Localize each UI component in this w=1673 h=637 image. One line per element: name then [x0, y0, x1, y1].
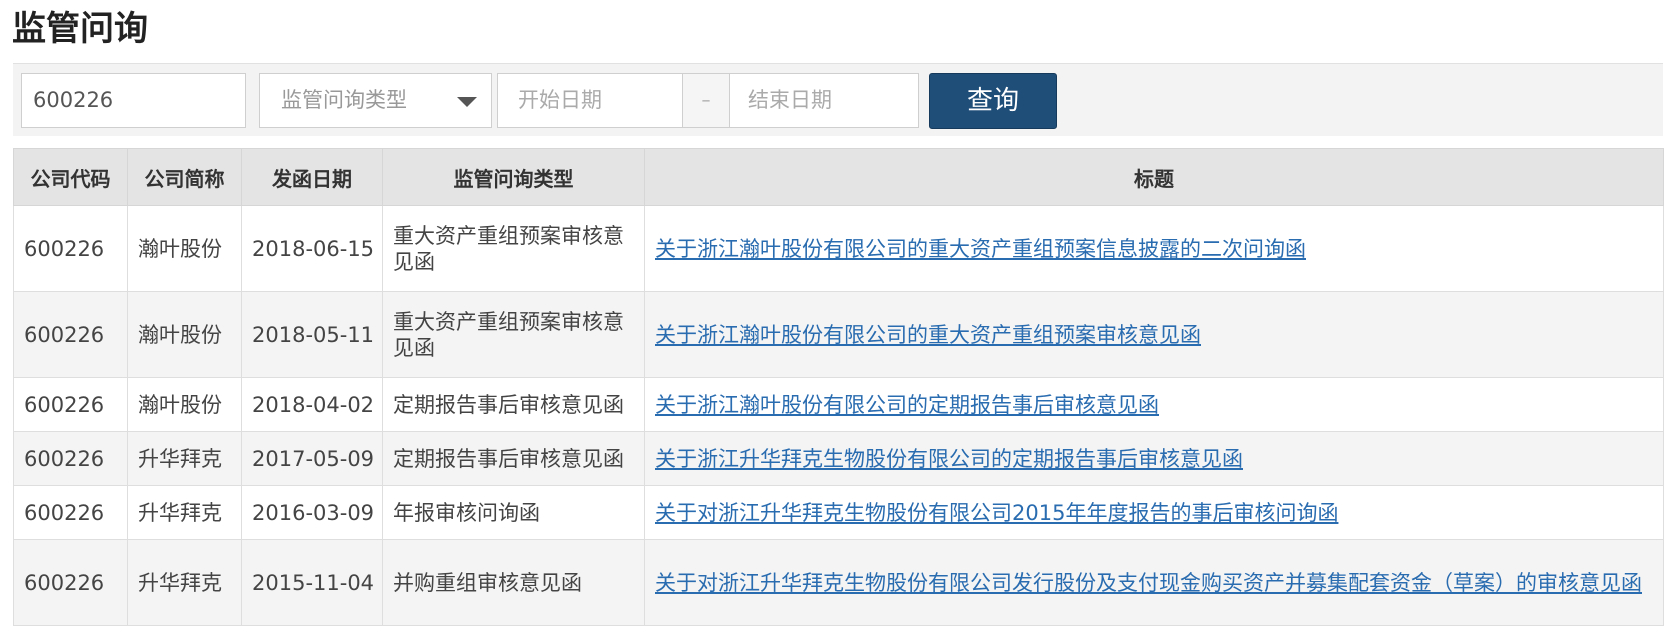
cell-type: 重大资产重组预案审核意见函 [382, 291, 645, 378]
title-link[interactable]: 关于浙江升华拜克生物股份有限公司的定期报告事后审核意见函 [655, 447, 1243, 471]
cell-type: 并购重组审核意见函 [382, 539, 645, 626]
page-title: 监管问询 [12, 9, 148, 49]
title-link[interactable]: 关于浙江瀚叶股份有限公司的重大资产重组预案信息披露的二次问询函 [655, 237, 1306, 261]
cell-name: 瀚叶股份 [127, 377, 242, 432]
inquiry-type-select[interactable]: 监管问询类型 [259, 73, 492, 128]
cell-type: 重大资产重组预案审核意见函 [382, 205, 645, 292]
table-row: 600226 瀚叶股份 2018-06-15 重大资产重组预案审核意见函 关于浙… [13, 205, 1664, 292]
cell-code: 600226 [13, 539, 128, 626]
chevron-down-icon [457, 97, 477, 107]
cell-type: 定期报告事后审核意见函 [382, 377, 645, 432]
title-link[interactable]: 关于对浙江升华拜克生物股份有限公司发行股份及支付现金购买资产并募集配套资金（草案… [655, 571, 1642, 595]
header-title: 标题 [644, 148, 1664, 206]
header-name: 公司简称 [127, 148, 242, 206]
table-row: 600226 升华拜克 2015-11-04 并购重组审核意见函 关于对浙江升华… [13, 539, 1664, 626]
header-code: 公司代码 [13, 148, 128, 206]
cell-code: 600226 [13, 485, 128, 540]
cell-code: 600226 [13, 431, 128, 486]
cell-name: 升华拜克 [127, 539, 242, 626]
results-table: 公司代码 公司简称 发函日期 监管问询类型 标题 600226 瀚叶股份 201… [13, 148, 1664, 626]
date-separator: – [682, 74, 730, 127]
page: 监管问询 600226 监管问询类型 开始日期 – 结束日期 查询 公司代码 公… [0, 0, 1673, 637]
filter-bar: 600226 监管问询类型 开始日期 – 结束日期 查询 [13, 63, 1663, 136]
table-row: 600226 瀚叶股份 2018-05-11 重大资产重组预案审核意见函 关于浙… [13, 291, 1664, 378]
cell-type: 定期报告事后审核意见函 [382, 431, 645, 486]
cell-name: 升华拜克 [127, 431, 242, 486]
cell-date: 2015-11-04 [241, 539, 383, 626]
query-button[interactable]: 查询 [929, 73, 1057, 129]
title-link[interactable]: 关于浙江瀚叶股份有限公司的重大资产重组预案审核意见函 [655, 323, 1201, 347]
inquiry-type-placeholder: 监管问询类型 [281, 88, 407, 112]
cell-date: 2016-03-09 [241, 485, 383, 540]
table-row: 600226 瀚叶股份 2018-04-02 定期报告事后审核意见函 关于浙江瀚… [13, 377, 1664, 432]
table-row: 600226 升华拜克 2017-05-09 定期报告事后审核意见函 关于浙江升… [13, 431, 1664, 486]
start-date-input[interactable]: 开始日期 [518, 74, 678, 127]
cell-code: 600226 [13, 291, 128, 378]
title-link[interactable]: 关于浙江瀚叶股份有限公司的定期报告事后审核意见函 [655, 393, 1159, 417]
cell-date: 2018-04-02 [241, 377, 383, 432]
table-row: 600226 升华拜克 2016-03-09 年报审核问询函 关于对浙江升华拜克… [13, 485, 1664, 540]
cell-date: 2018-06-15 [241, 205, 383, 292]
date-range: 开始日期 – 结束日期 [497, 73, 919, 128]
cell-name: 瀚叶股份 [127, 205, 242, 292]
stock-code-input[interactable]: 600226 [21, 73, 246, 128]
header-date: 发函日期 [241, 148, 383, 206]
cell-date: 2017-05-09 [241, 431, 383, 486]
cell-name: 瀚叶股份 [127, 291, 242, 378]
header-type: 监管问询类型 [382, 148, 645, 206]
table-header-row: 公司代码 公司简称 发函日期 监管问询类型 标题 [13, 148, 1664, 206]
cell-code: 600226 [13, 377, 128, 432]
end-date-input[interactable]: 结束日期 [748, 74, 908, 127]
cell-type: 年报审核问询函 [382, 485, 645, 540]
cell-date: 2018-05-11 [241, 291, 383, 378]
title-link[interactable]: 关于对浙江升华拜克生物股份有限公司2015年年度报告的事后审核问询函 [655, 501, 1338, 525]
cell-name: 升华拜克 [127, 485, 242, 540]
cell-code: 600226 [13, 205, 128, 292]
